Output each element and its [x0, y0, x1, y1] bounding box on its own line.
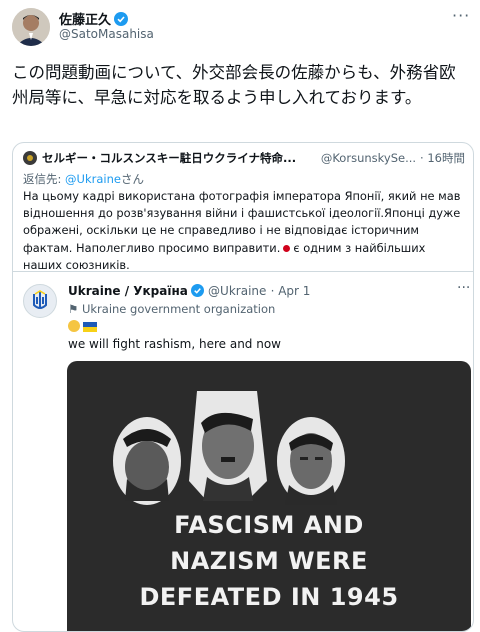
portrait-left	[113, 417, 181, 505]
media-caption-line-2: NAZISM WERE	[170, 547, 368, 575]
inner-post-date: · Apr 1	[270, 284, 311, 298]
media-caption-line-3: DEFEATED IN 1945	[139, 583, 399, 611]
quoted-tweet-card[interactable]: セルギー・コルスンスキー駐日ウクライナ特命... @KorsunskySe...…	[12, 142, 474, 632]
more-options-icon[interactable]: ···	[452, 6, 470, 25]
divider	[13, 271, 473, 272]
quoted-time: · 16時間	[420, 151, 465, 165]
inner-more-options-icon[interactable]: ···	[457, 280, 470, 296]
quoted-author-name[interactable]: セルギー・コルスンスキー駐日ウクライナ特命...	[42, 150, 296, 166]
verified-badge-icon	[190, 284, 204, 300]
inner-post-text: we will fight rashism, here and now	[68, 337, 281, 351]
inner-author-name[interactable]: Ukraine / Україна	[68, 284, 188, 298]
ukraine-avatar[interactable]	[23, 284, 57, 318]
portrait-right	[277, 417, 345, 505]
author-handle[interactable]: @SatoMasahisa	[59, 27, 154, 41]
author-name-text[interactable]: 佐藤正久	[59, 13, 111, 28]
trident-icon	[33, 290, 47, 309]
reply-prefix: 返信先:	[23, 172, 66, 186]
quoted-author-handle[interactable]: @KorsunskySe...	[321, 151, 416, 165]
government-org-label: ⚑ Ukraine government organization	[68, 302, 275, 316]
reply-to-line: 返信先: @Ukraineさん	[23, 171, 144, 187]
clapping-hands-icon	[68, 320, 80, 332]
media-caption-line-1: FASCISM AND	[174, 511, 364, 539]
inner-post-header: Ukraine / Україна @Ukraine · Apr 1	[68, 284, 310, 300]
inner-post-media[interactable]: FASCISM AND NAZISM WERE DEFEATED IN 1945	[67, 361, 471, 631]
emoji-row	[68, 320, 97, 334]
reply-suffix: さん	[120, 172, 144, 186]
tweet-text: この問題動画について、外交部会長の佐藤からも、外務省欧州局等に、早急に対応を取る…	[12, 63, 456, 107]
reply-to-link[interactable]: @Ukraine	[65, 172, 121, 186]
portrait-center	[189, 391, 267, 501]
author-avatar[interactable]	[12, 8, 50, 46]
org-label-text: Ukraine government organization	[81, 302, 276, 316]
coat-of-arms-icon	[23, 151, 37, 165]
quoted-tweet-text: На цьому кадрі використана фотографія ім…	[23, 188, 467, 274]
quoted-tweet-header: セルギー・コルスンスキー駐日ウクライナ特命... @KorsunskySe...…	[23, 150, 465, 166]
flag-icon: ⚑	[68, 302, 82, 316]
japan-flag-icon	[283, 244, 291, 252]
inner-author-handle[interactable]: @Ukraine	[208, 284, 266, 298]
ukraine-flag-icon	[83, 322, 97, 332]
